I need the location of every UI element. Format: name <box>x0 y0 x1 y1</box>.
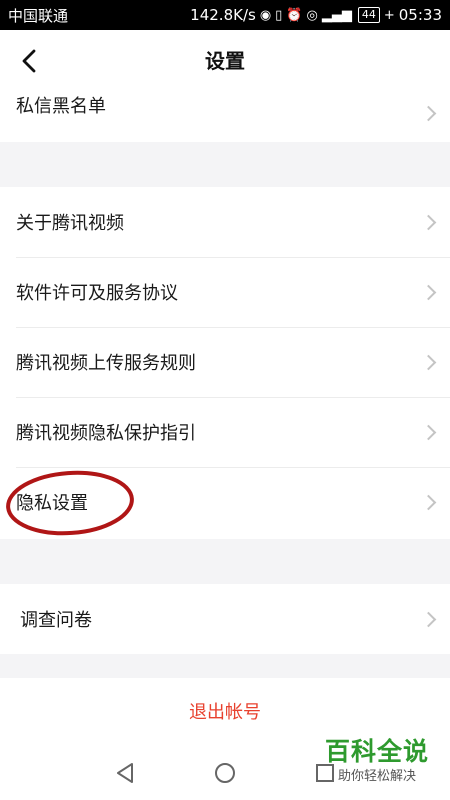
back-button[interactable] <box>14 46 44 76</box>
row-label: 关于腾讯视频 <box>16 213 124 234</box>
signal-icon: ▂▄▆ <box>321 7 352 23</box>
nav-home-icon[interactable] <box>212 760 238 786</box>
page-title: 设置 <box>205 49 245 73</box>
chevron-right-icon <box>420 424 437 441</box>
clock: 05:33 <box>398 6 442 24</box>
alarm-icon: ⏰ <box>286 7 303 23</box>
chevron-right-icon <box>420 494 437 511</box>
watermark-sub-text: 助你轻松解决 <box>337 769 416 784</box>
chevron-right-icon <box>420 214 437 231</box>
row-about-tencent-video[interactable]: 关于腾讯视频 <box>0 187 450 257</box>
row-privacy-guide[interactable]: 腾讯视频隐私保护指引 <box>0 397 450 467</box>
settings-section-privacy-list: 私信黑名单 <box>0 92 450 142</box>
battery-icon: 44 <box>357 7 380 23</box>
chevron-right-icon <box>420 284 437 301</box>
row-label: 腾讯视频隐私保护指引 <box>16 423 196 444</box>
chevron-right-icon <box>420 611 437 628</box>
watermark-logo: 百科全说 助你轻松解决 <box>318 736 436 792</box>
row-dm-blacklist[interactable]: 私信黑名单 <box>0 92 450 126</box>
row-label: 私信黑名单 <box>16 96 106 117</box>
row-privacy-settings[interactable]: 隐私设置 <box>0 467 450 537</box>
eye-icon: ◎ <box>306 7 318 23</box>
row-software-license[interactable]: 软件许可及服务协议 <box>0 257 450 327</box>
row-label: 调查问卷 <box>20 610 92 631</box>
row-label: 软件许可及服务协议 <box>16 283 178 304</box>
status-bar: 中国联通 142.8K/s ◉ ▯ ⏰ ◎ ▂▄▆ 44 + 05:33 <box>0 0 450 30</box>
watermark-main-text: 百科全说 <box>324 737 429 766</box>
charging-icon: + <box>383 7 395 23</box>
vibrate-icon: ▯ <box>275 7 283 23</box>
chevron-right-icon <box>420 105 437 122</box>
row-label: 腾讯视频上传服务规则 <box>16 353 196 374</box>
row-upload-rules[interactable]: 腾讯视频上传服务规则 <box>0 327 450 397</box>
carrier-name: 中国联通 <box>8 6 69 25</box>
nav-back-icon[interactable] <box>112 760 138 786</box>
settings-section-survey: 调查问卷 <box>0 584 450 654</box>
status-indicators: 142.8K/s ◉ ▯ ⏰ ◎ ▂▄▆ 44 + 05:33 <box>190 6 442 24</box>
settings-section-about: 关于腾讯视频 软件许可及服务协议 腾讯视频上传服务规则 腾讯视频隐私保护指引 隐… <box>0 187 450 539</box>
hotspot-icon: ◉ <box>259 7 272 23</box>
chevron-right-icon <box>420 354 437 371</box>
network-speed: 142.8K/s <box>190 6 256 24</box>
row-survey[interactable]: 调查问卷 <box>0 584 450 654</box>
header: 设置 <box>0 30 450 92</box>
row-label: 隐私设置 <box>16 493 88 514</box>
back-arrow-icon <box>22 49 36 73</box>
